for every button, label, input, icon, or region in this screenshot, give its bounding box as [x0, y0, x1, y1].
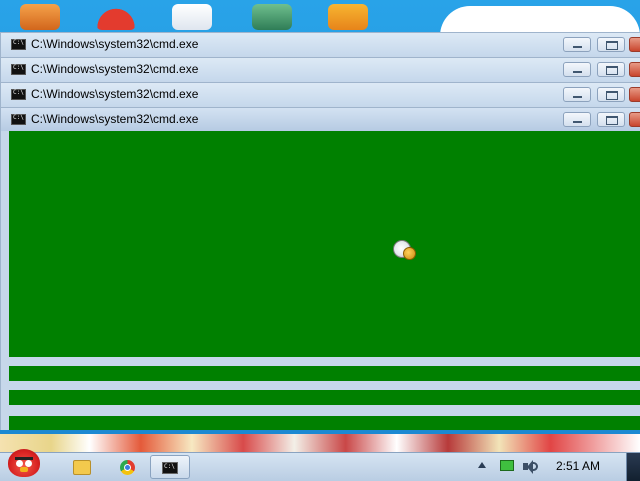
minimize-button[interactable]: [563, 87, 591, 102]
title-bar[interactable]: C:\Windows\system32\cmd.exe: [0, 57, 640, 81]
console-area[interactable]: [9, 390, 640, 405]
window-title: C:\Windows\system32\cmd.exe: [31, 87, 199, 101]
taskbar-cmd-button[interactable]: [150, 455, 190, 479]
start-button[interactable]: [4, 445, 44, 481]
volume-icon[interactable]: [522, 459, 538, 475]
maximize-button[interactable]: [597, 112, 625, 127]
minimize-button[interactable]: [563, 37, 591, 52]
wallpaper-strip: [0, 434, 640, 452]
chrome-icon: [120, 460, 135, 475]
maximize-button[interactable]: [597, 62, 625, 77]
busy-cursor-icon: [393, 240, 417, 260]
show-desktop-button[interactable]: [626, 453, 640, 481]
game-desktop-icon[interactable]: [328, 4, 368, 30]
cmd-icon: [162, 462, 178, 474]
close-button[interactable]: [629, 112, 640, 127]
desktop-icon-1[interactable]: [20, 4, 60, 30]
taskbar-chrome-button[interactable]: [112, 455, 142, 479]
taskbar-clock[interactable]: 2:51 AM: [556, 459, 600, 473]
cmd-icon: [11, 89, 26, 100]
minimize-button[interactable]: [563, 112, 591, 127]
title-bar[interactable]: C:\Windows\system32\cmd.exe: [0, 82, 640, 106]
console-area[interactable]: [9, 416, 640, 430]
window-title: C:\Windows\system32\cmd.exe: [31, 62, 199, 76]
cmd-icon: [11, 64, 26, 75]
title-bar[interactable]: C:\Windows\system32\cmd.exe: [0, 107, 640, 131]
bird-eye: [25, 460, 32, 467]
close-button[interactable]: [629, 62, 640, 77]
close-button[interactable]: [629, 37, 640, 52]
window-title: C:\Windows\system32\cmd.exe: [31, 112, 199, 126]
cmd-icon: [11, 39, 26, 50]
network-icon[interactable]: [500, 460, 514, 471]
close-button[interactable]: [629, 87, 640, 102]
speaker-wave: [533, 462, 538, 471]
minimize-button[interactable]: [563, 62, 591, 77]
maximize-button[interactable]: [597, 37, 625, 52]
cmd-icon: [11, 114, 26, 125]
taskbar: 2:51 AM: [0, 449, 640, 481]
console-area[interactable]: [9, 131, 640, 357]
cmd-window-4[interactable]: C:\Windows\system32\cmd.exe: [0, 107, 640, 357]
maximize-button[interactable]: [597, 87, 625, 102]
solitaire-desktop-icon[interactable]: [172, 4, 212, 30]
window-title: C:\Windows\system32\cmd.exe: [31, 37, 199, 51]
bird-beak: [20, 467, 28, 472]
cursor-spinner: [403, 247, 416, 260]
bird-eye: [16, 460, 23, 467]
title-bar[interactable]: C:\Windows\system32\cmd.exe: [0, 32, 640, 56]
taskbar-explorer-button[interactable]: [66, 455, 96, 479]
folder-icon: [73, 460, 91, 475]
chrome-desktop-icon[interactable]: [96, 4, 136, 30]
show-hidden-icons-arrow[interactable]: [478, 462, 486, 468]
shield-desktop-icon[interactable]: [252, 4, 292, 30]
console-area[interactable]: [9, 366, 640, 381]
angry-birds-start-icon: [8, 449, 40, 477]
